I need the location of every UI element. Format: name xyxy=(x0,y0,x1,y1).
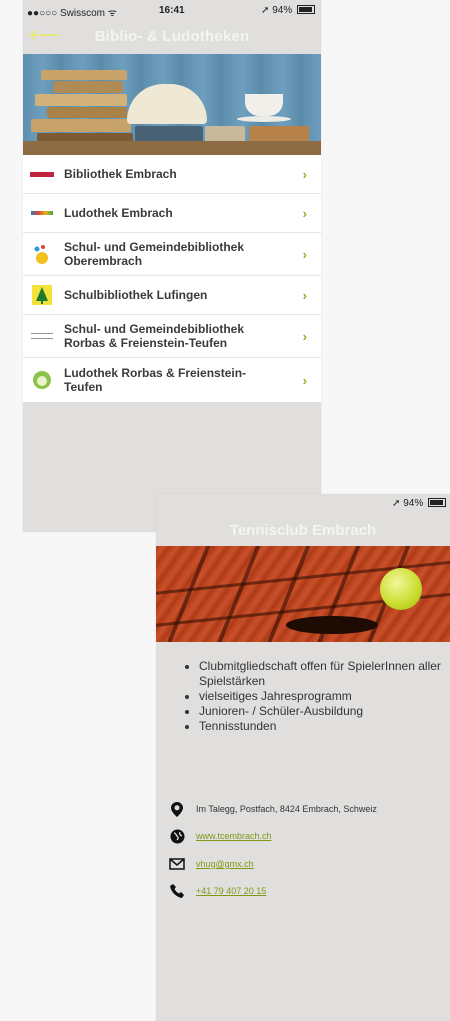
list-item-label: Ludothek Rorbas & Freienstein-Teufen xyxy=(64,366,247,394)
location-icon: ➚ xyxy=(392,498,401,509)
chevron-right-icon: › xyxy=(302,372,307,388)
battery-icon xyxy=(428,498,446,507)
list-item[interactable]: Schul- und Gemeindebibliothek Rorbas & F… xyxy=(23,315,321,358)
nav-bar: ⟵ Biblio- & Ludotheken xyxy=(23,20,321,54)
page-title: Tennisclub Embrach xyxy=(229,522,377,539)
contact-website: www.tcembrach.ch xyxy=(168,828,272,844)
battery-percent: 94% xyxy=(272,5,293,16)
library-screen: ●●○○○ Swisscom ᯤ 16:41 ➚ 94% ⟵ Biblio- &… xyxy=(23,0,321,532)
battery-percent: 94% xyxy=(403,498,424,509)
chevron-right-icon: › xyxy=(302,287,307,303)
page-title: Biblio- & Ludotheken xyxy=(94,28,250,45)
library-list: Bibliothek Embrach › Ludothek Embrach › … xyxy=(23,155,321,402)
location-icon: ➚ xyxy=(261,5,270,16)
contact-address: Im Talegg, Postfach, 8424 Embrach, Schwe… xyxy=(168,801,377,817)
list-item-label: Ludothek Embrach xyxy=(64,206,173,220)
list-item-label: Schul- und Gemeindebibliothek Oberembrac… xyxy=(64,240,245,268)
red-bar-logo-icon xyxy=(29,165,55,183)
battery-icon xyxy=(297,5,315,14)
status-time: 16:41 xyxy=(159,5,185,16)
list-item-label: Schul- und Gemeindebibliothek Rorbas & F… xyxy=(64,322,245,350)
chevron-right-icon: › xyxy=(302,246,307,262)
list-item-label: Bibliothek Embrach xyxy=(64,167,177,181)
feature-item: vielseitiges Jahresprogramm xyxy=(199,689,450,704)
phone-link[interactable]: +41 79 407 20 15 xyxy=(196,886,266,896)
list-item[interactable]: Schulbibliothek Lufingen › xyxy=(23,276,321,315)
dots-logo-icon xyxy=(29,245,55,264)
contact-phone: +41 79 407 20 15 xyxy=(168,883,266,899)
list-item[interactable]: Ludothek Embrach › xyxy=(23,194,321,233)
mail-icon xyxy=(168,856,186,872)
contact-email: vhug@gmx.ch xyxy=(168,856,254,872)
status-bar: ➚ 94% xyxy=(392,498,446,509)
list-item[interactable]: Bibliothek Embrach › xyxy=(23,155,321,194)
tree-logo-icon xyxy=(29,285,55,305)
chevron-right-icon: › xyxy=(302,328,307,344)
list-item-label: Schulbibliothek Lufingen xyxy=(64,288,208,302)
features-list: Clubmitgliedschaft offen für SpielerInne… xyxy=(184,659,450,734)
ludo-text-logo-icon xyxy=(29,204,55,222)
email-link[interactable]: vhug@gmx.ch xyxy=(196,859,254,869)
globe-icon xyxy=(168,828,186,844)
location-pin-icon xyxy=(168,801,186,817)
tennis-banner-image xyxy=(156,546,450,642)
script-logo-icon xyxy=(29,327,55,345)
feature-item: Tennisstunden xyxy=(199,719,450,734)
wifi-icon: ᯤ xyxy=(107,8,117,19)
green-apple-logo-icon xyxy=(29,371,55,389)
carrier-label: ●●○○○ Swisscom xyxy=(27,8,105,19)
address-text: Im Talegg, Postfach, 8424 Embrach, Schwe… xyxy=(196,804,377,814)
chevron-right-icon: › xyxy=(302,166,307,182)
website-link[interactable]: www.tcembrach.ch xyxy=(196,831,272,841)
list-item[interactable]: Schul- und Gemeindebibliothek Oberembrac… xyxy=(23,233,321,276)
books-banner-image xyxy=(23,54,321,155)
tennis-club-screen: ➚ 94% Tennisclub Embrach Clubmitgliedsch… xyxy=(156,494,450,1021)
chevron-right-icon: › xyxy=(302,205,307,221)
status-bar: ●●○○○ Swisscom ᯤ 16:41 ➚ 94% xyxy=(23,0,321,20)
list-item[interactable]: Ludothek Rorbas & Freienstein-Teufen › xyxy=(23,358,321,402)
feature-item: Junioren- / Schüler-Ausbildung xyxy=(199,704,450,719)
feature-item: Clubmitgliedschaft offen für SpielerInne… xyxy=(199,659,450,689)
phone-icon xyxy=(168,883,186,899)
